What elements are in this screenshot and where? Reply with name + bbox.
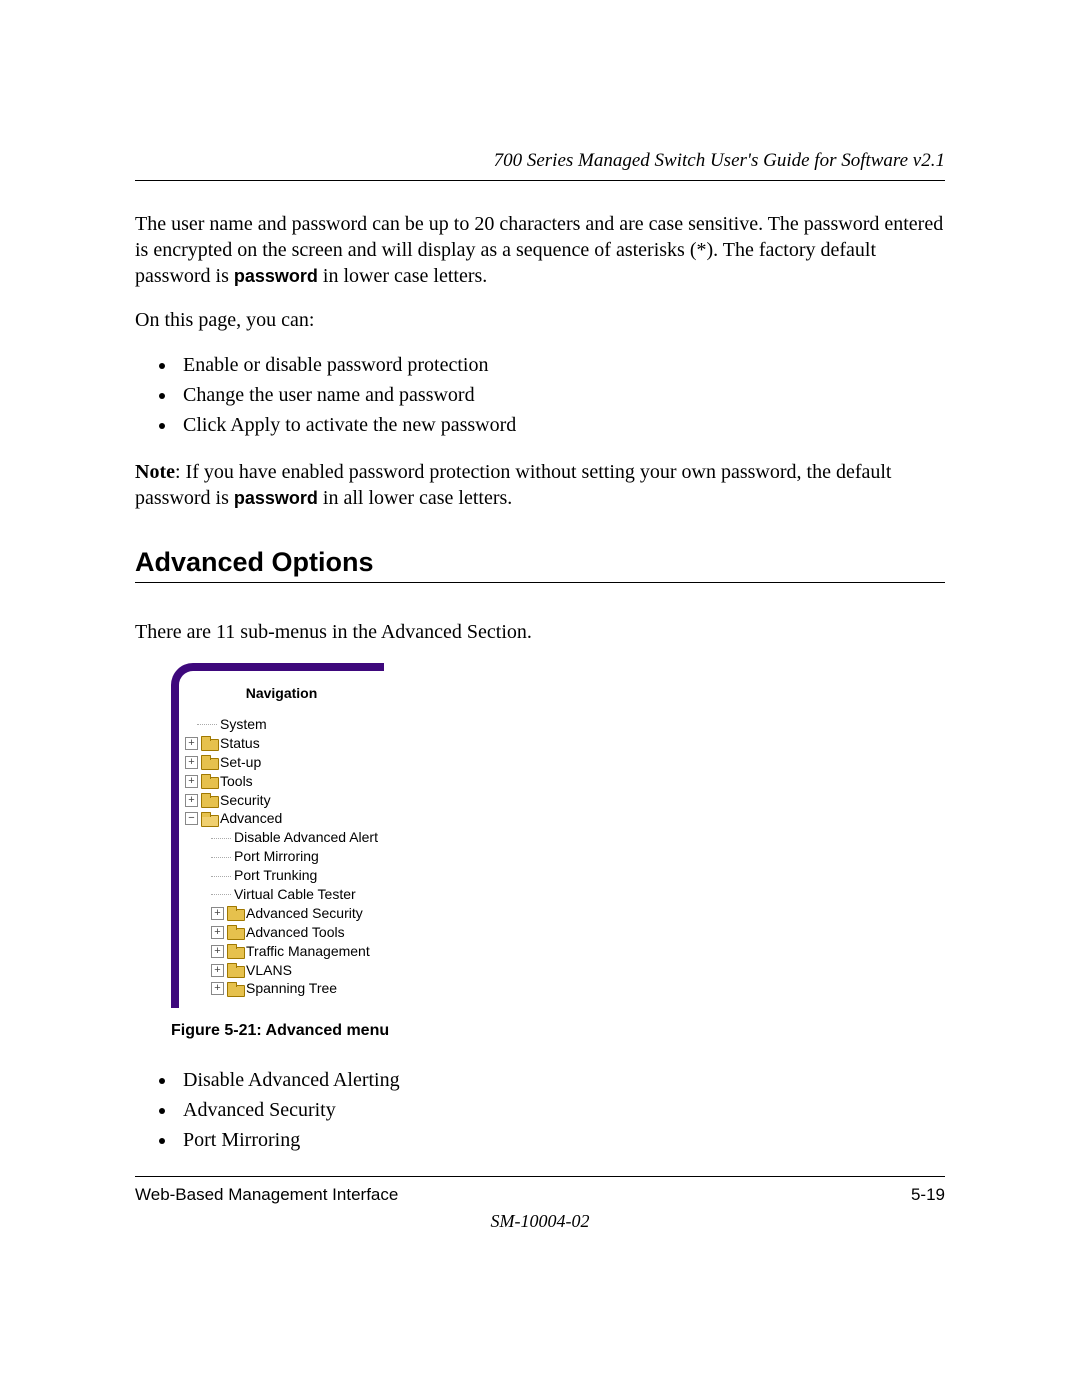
- folder-icon: [227, 964, 243, 976]
- advanced-list: Disable Advanced Alerting Advanced Secur…: [135, 1066, 945, 1154]
- capabilities-list: Enable or disable password protection Ch…: [135, 351, 945, 439]
- plus-icon[interactable]: +: [185, 756, 198, 769]
- note-paragraph: Note: If you have enabled password prote…: [135, 459, 945, 511]
- list-item: Disable Advanced Alerting: [177, 1066, 945, 1094]
- tree-item-port-mirroring[interactable]: Port Mirroring: [185, 847, 378, 866]
- tree-item-security[interactable]: + Security: [185, 791, 378, 810]
- bold-password-2: password: [234, 488, 318, 508]
- folder-icon: [201, 756, 217, 768]
- tree-item-disable-advanced-alert[interactable]: Disable Advanced Alert: [185, 828, 378, 847]
- tree-item-vlans[interactable]: + VLANS: [185, 961, 378, 980]
- tree-joiner-icon: [211, 888, 231, 900]
- tree-joiner-icon: [211, 832, 231, 844]
- folder-open-icon: [201, 813, 217, 825]
- plus-icon[interactable]: +: [211, 982, 224, 995]
- tree-item-system[interactable]: System: [185, 715, 378, 734]
- minus-icon[interactable]: −: [185, 812, 198, 825]
- tree-item-spanning-tree[interactable]: + Spanning Tree: [185, 979, 378, 998]
- advanced-intro: There are 11 sub-menus in the Advanced S…: [135, 619, 945, 645]
- bold-password-1: password: [234, 266, 318, 286]
- folder-icon: [201, 737, 217, 749]
- list-item: Enable or disable password protection: [177, 351, 945, 379]
- folder-icon: [227, 945, 243, 957]
- tree-item-advanced-security[interactable]: + Advanced Security: [185, 904, 378, 923]
- list-item: Change the user name and password: [177, 381, 945, 409]
- tree-item-virtual-cable-tester[interactable]: Virtual Cable Tester: [185, 885, 378, 904]
- footer-doc-number: SM-10004-02: [135, 1211, 945, 1232]
- tree-item-traffic-management[interactable]: + Traffic Management: [185, 942, 378, 961]
- navigation-title: Navigation: [185, 685, 378, 701]
- plus-icon[interactable]: +: [185, 775, 198, 788]
- list-item: Click Apply to activate the new password: [177, 411, 945, 439]
- figure-advanced-menu: Navigation System + Status + Set-up: [171, 663, 945, 1008]
- plus-icon[interactable]: +: [211, 964, 224, 977]
- footer-section-title: Web-Based Management Interface: [135, 1185, 398, 1205]
- page-can-intro: On this page, you can:: [135, 307, 945, 333]
- note-label: Note: [135, 461, 175, 483]
- page-header: 700 Series Managed Switch User's Guide f…: [135, 150, 945, 181]
- folder-icon: [227, 983, 243, 995]
- tree-item-advanced-tools[interactable]: + Advanced Tools: [185, 923, 378, 942]
- intro-paragraph: The user name and password can be up to …: [135, 211, 945, 289]
- footer-page-number: 5-19: [911, 1185, 945, 1205]
- plus-icon[interactable]: +: [185, 794, 198, 807]
- header-title: 700 Series Managed Switch User's Guide f…: [494, 150, 945, 171]
- folder-icon: [201, 794, 217, 806]
- tree-item-status[interactable]: + Status: [185, 734, 378, 753]
- list-item: Advanced Security: [177, 1096, 945, 1124]
- plus-icon[interactable]: +: [211, 945, 224, 958]
- navigation-tree: System + Status + Set-up + Tools: [185, 715, 378, 998]
- page-footer: Web-Based Management Interface 5-19 SM-1…: [135, 1176, 945, 1232]
- navigation-panel: Navigation System + Status + Set-up: [171, 663, 384, 1008]
- section-heading-advanced-options: Advanced Options: [135, 547, 945, 583]
- page: 700 Series Managed Switch User's Guide f…: [0, 0, 1080, 1397]
- folder-icon: [227, 926, 243, 938]
- tree-joiner-icon: [211, 851, 231, 863]
- plus-icon[interactable]: +: [185, 737, 198, 750]
- plus-icon[interactable]: +: [211, 926, 224, 939]
- folder-icon: [227, 907, 243, 919]
- tree-joiner-icon: [211, 870, 231, 882]
- figure-caption: Figure 5-21: Advanced menu: [171, 1022, 945, 1040]
- folder-icon: [201, 775, 217, 787]
- plus-icon[interactable]: +: [211, 907, 224, 920]
- list-item: Port Mirroring: [177, 1126, 945, 1154]
- tree-joiner-icon: [197, 718, 217, 730]
- tree-item-tools[interactable]: + Tools: [185, 772, 378, 791]
- tree-item-port-trunking[interactable]: Port Trunking: [185, 866, 378, 885]
- tree-item-setup[interactable]: + Set-up: [185, 753, 378, 772]
- tree-item-advanced[interactable]: − Advanced: [185, 809, 378, 828]
